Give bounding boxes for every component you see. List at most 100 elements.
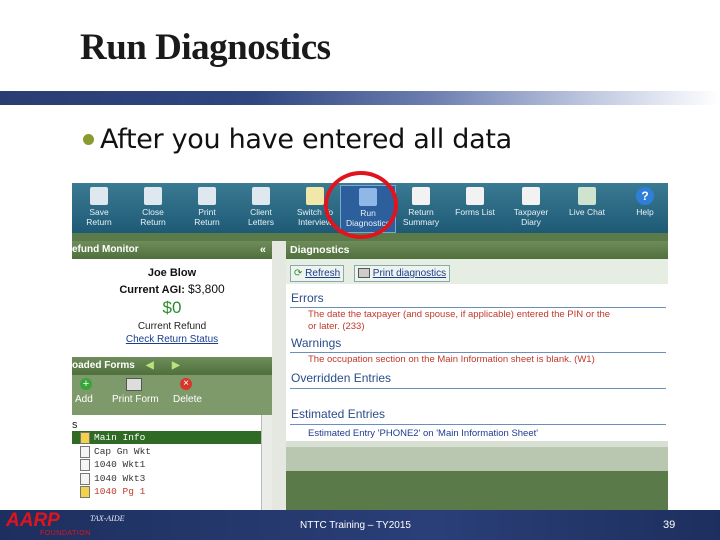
delete-button[interactable]: Delete [173, 394, 202, 405]
close-icon [144, 187, 162, 205]
add-icon[interactable]: + [80, 378, 92, 390]
toolbar-button-9[interactable]: Live Chat [560, 185, 614, 231]
form-list-item-label: 1040 Pg 1 [94, 486, 146, 497]
estimated-message[interactable]: Estimated Entry 'PHONE2' on 'Main Inform… [308, 428, 538, 439]
refund-value: $0 [162, 298, 182, 317]
overridden-title: Overridden Entries [291, 371, 392, 385]
toolbar-label-line1: Print [198, 207, 216, 217]
toolbar-button-8[interactable]: Taxpayer Diary [504, 185, 558, 231]
form-list-item-label: 1040 Wkt1 [94, 459, 146, 470]
page-number: 39 [663, 519, 676, 531]
toolbar-label-line1: Forms List [455, 207, 495, 217]
form-list-item-label: Main Info [94, 432, 146, 443]
loaded-forms-header: oaded Forms ◀ ▶ [72, 357, 272, 375]
forms-list: Main Info Cap Gn Wkt 1040 Wkt1 1040 Wkt3 104… [72, 431, 262, 510]
error-message-line2[interactable]: or later. (233) [308, 321, 365, 332]
form-document-icon [80, 459, 90, 471]
errors-title: Errors [291, 291, 324, 305]
diagnostics-header: « Diagnostics [274, 241, 668, 259]
diagnostics-title: Diagnostics [290, 244, 350, 256]
form-list-item[interactable]: 1040 Pg 1 [72, 485, 261, 498]
toolbar-button-0[interactable]: Save Return [72, 185, 126, 231]
estimated-divider [290, 424, 666, 425]
taxpayer-name: Joe Blow [147, 267, 197, 279]
refund-label: Current Refund [137, 321, 207, 332]
error-message-line1[interactable]: The date the taxpayer (and spouse, if ap… [308, 309, 668, 320]
refresh-label: Refresh [305, 268, 341, 279]
aarp-logo: AARP FOUNDATION [2, 510, 91, 538]
aarp-logo-subtext: FOUNDATION [40, 530, 91, 537]
highlight-circle [324, 171, 398, 239]
current-agi: Current AGI: $3,800 [72, 282, 272, 296]
toolbar-label-line1: Taxpayer [513, 207, 549, 217]
form-list-item[interactable]: 1040 Wkt1 [72, 458, 261, 471]
form-warning-icon [80, 432, 90, 444]
title-underline-bar [0, 91, 720, 105]
collapse-icon[interactable]: « [260, 241, 266, 259]
warning-message[interactable]: The occupation section on the Main Infor… [308, 354, 595, 365]
refund-monitor-title: efund Monitor [72, 244, 139, 255]
errors-divider [290, 307, 666, 308]
form-list-item[interactable]: 1040 Wkt3 [72, 472, 261, 485]
toolbar-button-6[interactable]: Return Summary [394, 185, 448, 231]
printer-icon[interactable] [126, 378, 142, 391]
summary-icon [412, 187, 430, 205]
loaded-forms-title: oaded Forms [72, 360, 135, 371]
print-diagnostics-button[interactable]: Print diagnostics [354, 265, 451, 282]
form-list-item-label: 1040 Wkt3 [94, 472, 146, 484]
left-panel: efund Monitor « Joe Blow Current AGI: $3… [72, 241, 272, 510]
toolbar-label-line1: Save [89, 207, 109, 217]
chat-icon [578, 187, 596, 205]
toolbar-button-7[interactable]: Forms List [448, 185, 502, 231]
diagnostics-footer-area [286, 447, 668, 471]
diagnostics-panel: « Diagnostics ⟳ Refresh Print diagnostic… [274, 241, 668, 447]
footer-center-text: NTTC Training – TY2015 [300, 520, 411, 531]
slide-footer: AARP FOUNDATION TAX-AIDE NTTC Training –… [0, 510, 720, 540]
print-icon [198, 187, 216, 205]
form-list-item[interactable]: Cap Gn Wkt [72, 445, 261, 458]
agi-label: Current AGI: [119, 284, 185, 296]
forms-scrollbar[interactable] [261, 415, 272, 510]
toolbar-button-10[interactable]: ? Help [618, 185, 668, 231]
toolbar-label-line2: Return [194, 217, 220, 227]
refund-monitor-header: efund Monitor « [72, 241, 272, 259]
save-icon [90, 187, 108, 205]
panel-splitter[interactable] [272, 241, 286, 510]
toolbar-label-line1: Return [408, 207, 434, 217]
overridden-divider [290, 388, 666, 389]
toolbar-label-line2: Diary [521, 217, 541, 227]
bullet-dot [83, 134, 94, 145]
toolbar-label-line2: Return [140, 217, 166, 227]
toolbar-label-line1: Live Chat [569, 207, 605, 217]
warnings-divider [290, 352, 666, 353]
toolbar-button-2[interactable]: Print Return [180, 185, 234, 231]
loaded-forms-toolbar: + Add Print Form × Delete [72, 375, 272, 415]
form-document-icon [80, 445, 90, 458]
estimated-title: Estimated Entries [291, 407, 386, 421]
add-button[interactable]: Add [75, 394, 93, 405]
back-arrow-icon[interactable]: ◀ [146, 357, 154, 375]
forms-filter-label: s [72, 419, 78, 431]
delete-icon[interactable]: × [180, 378, 192, 390]
forms-list-icon [466, 187, 484, 205]
bullet-text: After you have entered all data [100, 124, 512, 155]
footer-left-text: TAX-AIDE [90, 514, 125, 523]
diary-icon [522, 187, 540, 205]
toolbar-label-line2: Summary [402, 217, 440, 227]
form-list-item-label: Cap Gn Wkt [94, 445, 152, 457]
switch-icon [306, 187, 324, 205]
form-list-item[interactable]: Main Info [72, 431, 261, 444]
help-icon: ? [636, 187, 654, 205]
print-diagnostics-label: Print diagnostics [372, 268, 447, 279]
toolbar-label-line2: Return [86, 217, 112, 227]
forward-arrow-icon[interactable]: ▶ [172, 357, 180, 375]
form-document-icon [80, 472, 90, 485]
print-form-button[interactable]: Print Form [112, 394, 159, 405]
form-warning-icon [80, 486, 90, 498]
letters-icon [252, 187, 270, 205]
toolbar-button-1[interactable]: Close Return [126, 185, 180, 231]
check-return-status-link[interactable]: Check Return Status [72, 334, 272, 345]
slide-title: Run Diagnostics [80, 27, 331, 68]
toolbar-button-3[interactable]: Client Letters [234, 185, 288, 231]
refresh-button[interactable]: ⟳ Refresh [290, 265, 345, 282]
